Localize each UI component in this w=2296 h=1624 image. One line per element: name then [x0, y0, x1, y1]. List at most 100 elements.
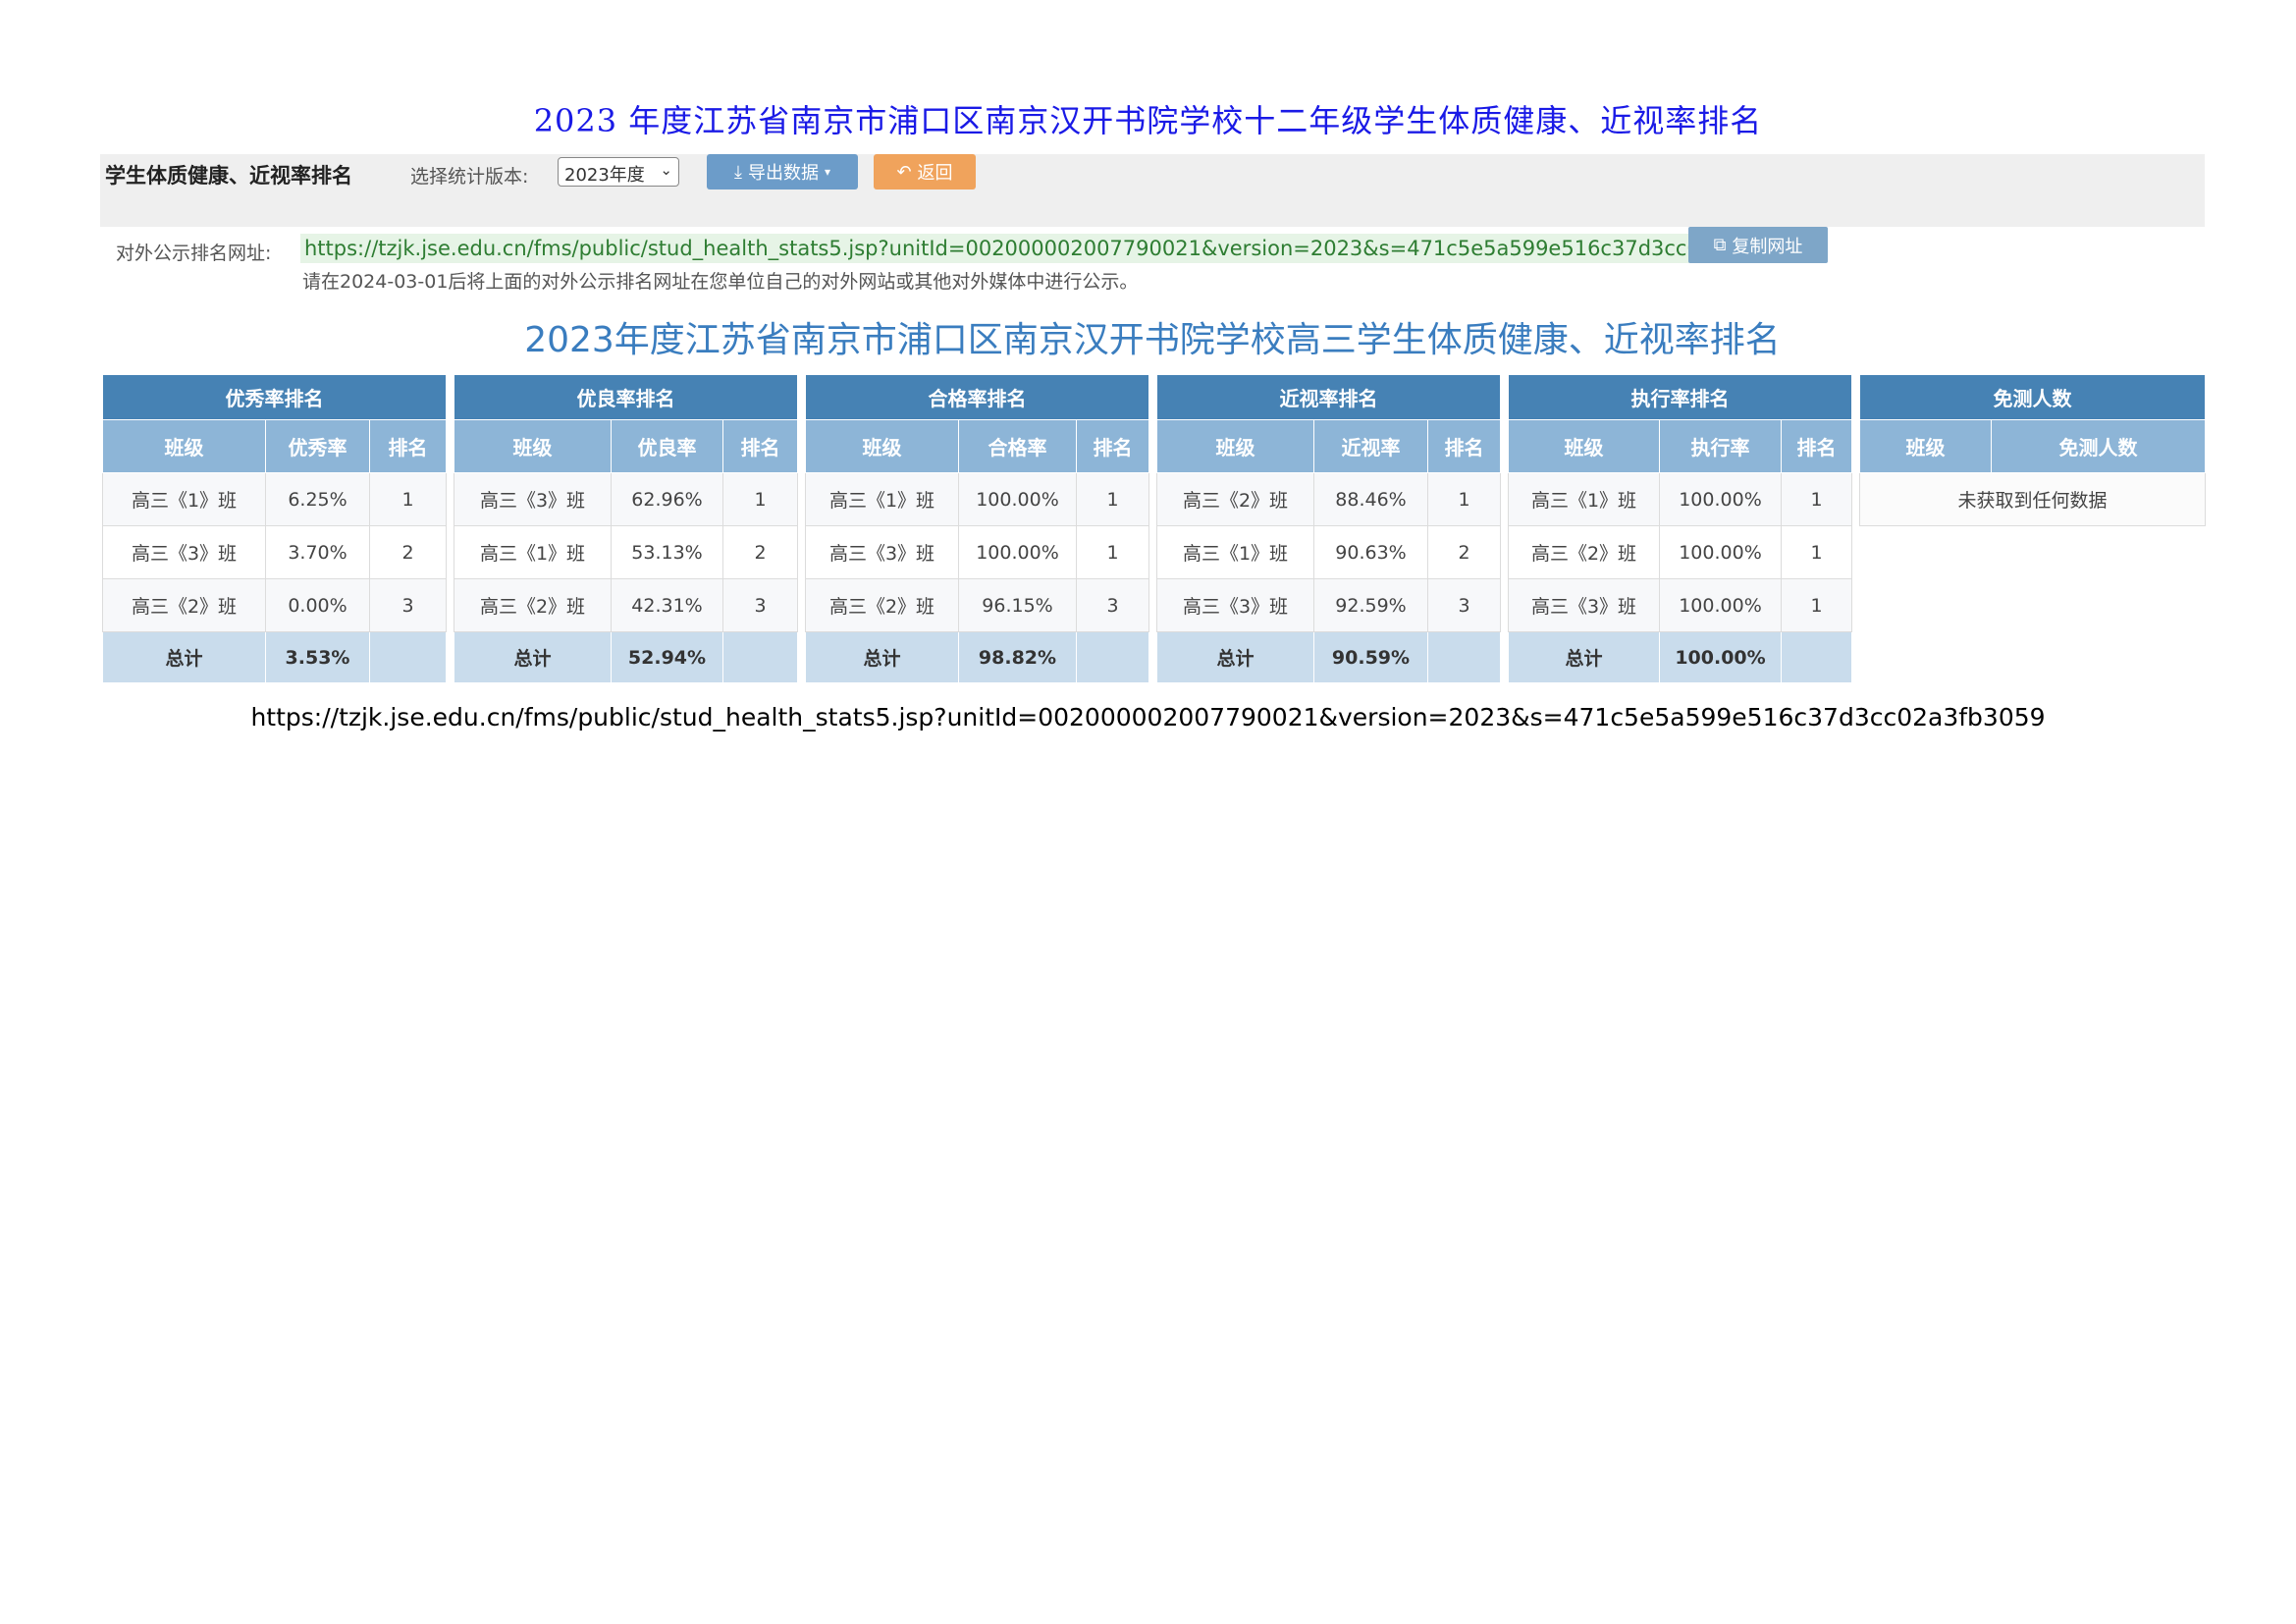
column-header: 合格率 [958, 419, 1077, 473]
rate-cell: 0.00% [265, 578, 370, 632]
class-cell: 高三《3》班 [805, 525, 959, 579]
class-cell: 高三《3》班 [1508, 578, 1660, 632]
column-header: 班级 [1508, 419, 1660, 473]
toolbar-title: 学生体质健康、近视率排名 [105, 164, 352, 188]
total-row: 总计 3.53% [102, 631, 448, 683]
total-rank [368, 631, 448, 683]
myopia-rate-table: 近视率排名 班级 近视率 排名 高三《2》班 88.46% 1 高三《1》班 9… [1155, 374, 1502, 683]
column-header: 排名 [1780, 419, 1853, 473]
back-button[interactable]: ↶ 返回 [874, 154, 976, 189]
total-row: 总计 100.00% [1508, 631, 1853, 683]
table-row: 高三《1》班 6.25% 1 [102, 472, 448, 526]
table-row: 高三《3》班 3.70% 2 [102, 525, 448, 579]
table-row: 高三《3》班 100.00% 1 [1508, 578, 1853, 632]
total-rank [1075, 631, 1150, 683]
total-rate: 52.94% [611, 631, 723, 683]
total-rate: 100.00% [1659, 631, 1782, 683]
table-row: 高三《3》班 62.96% 1 [454, 472, 799, 526]
pass-rate-table: 合格率排名 班级 合格率 排名 高三《1》班 100.00% 1 高三《3》班 … [804, 374, 1150, 683]
table-row: 高三《3》班 92.59% 3 [1156, 578, 1502, 632]
rate-cell: 6.25% [265, 472, 370, 526]
document-title: 2023 年度江苏省南京市浦口区南京汉开书院学校十二年级学生体质健康、近视率排名 [533, 102, 1763, 139]
download-icon: ⤓ [734, 161, 742, 183]
rate-cell: 62.96% [611, 472, 723, 526]
public-url-label: 对外公示排名网址: [116, 243, 272, 264]
rate-cell: 100.00% [958, 525, 1077, 579]
column-header: 班级 [454, 419, 612, 473]
rate-cell: 42.31% [611, 578, 723, 632]
column-header: 排名 [1426, 419, 1502, 473]
total-row: 总计 90.59% [1156, 631, 1502, 683]
total-label: 总计 [102, 631, 266, 683]
copy-icon: ⧉ [1713, 235, 1727, 255]
column-header: 班级 [1156, 419, 1314, 473]
public-url-link[interactable]: https://tzjk.jse.edu.cn/fms/public/stud_… [300, 234, 1816, 263]
rank-cell: 1 [1780, 525, 1853, 579]
version-select-value: 2023年度 [564, 165, 645, 186]
total-label: 总计 [805, 631, 959, 683]
class-cell: 高三《2》班 [102, 578, 266, 632]
table-row: 高三《3》班 100.00% 1 [805, 525, 1150, 579]
total-label: 总计 [1156, 631, 1314, 683]
rank-cell: 3 [721, 578, 799, 632]
export-data-button[interactable]: ⤓ 导出数据 ▾ [707, 154, 858, 189]
column-header: 排名 [368, 419, 448, 473]
column-header: 执行率 [1659, 419, 1782, 473]
table-row: 高三《2》班 88.46% 1 [1156, 472, 1502, 526]
rate-cell: 100.00% [1659, 472, 1782, 526]
rank-cell: 2 [1426, 525, 1502, 579]
copy-url-button[interactable]: ⧉ 复制网址 [1688, 227, 1828, 263]
total-rate: 3.53% [265, 631, 370, 683]
table-title: 优秀率排名 [101, 374, 448, 420]
table-row: 高三《1》班 53.13% 2 [454, 525, 799, 579]
rate-cell: 100.00% [958, 472, 1077, 526]
rank-cell: 1 [1426, 472, 1502, 526]
rank-cell: 3 [368, 578, 448, 632]
class-cell: 高三《1》班 [454, 525, 612, 579]
caret-down-icon: ▾ [824, 165, 830, 179]
rate-cell: 88.46% [1313, 472, 1428, 526]
class-cell: 高三《1》班 [805, 472, 959, 526]
column-header: 排名 [721, 419, 799, 473]
rank-cell: 1 [1780, 578, 1853, 632]
total-row: 总计 52.94% [454, 631, 799, 683]
rank-cell: 2 [368, 525, 448, 579]
export-data-label: 导出数据 [747, 163, 819, 184]
total-rank [721, 631, 799, 683]
empty-row: 未获取到任何数据 [1859, 472, 2206, 526]
table-row: 高三《1》班 100.00% 1 [1508, 472, 1853, 526]
total-rank [1426, 631, 1502, 683]
class-cell: 高三《1》班 [1508, 472, 1660, 526]
chevron-down-icon: ⌄ [660, 161, 672, 179]
table-title: 近视率排名 [1155, 374, 1502, 420]
rank-cell: 1 [1780, 472, 1853, 526]
version-select[interactable]: 2023年度 ⌄ [558, 157, 679, 187]
class-cell: 高三《1》班 [102, 472, 266, 526]
class-cell: 高三《3》班 [1156, 578, 1314, 632]
total-rate: 90.59% [1313, 631, 1428, 683]
class-cell: 高三《2》班 [805, 578, 959, 632]
rate-cell: 53.13% [611, 525, 723, 579]
class-cell: 高三《3》班 [454, 472, 612, 526]
rate-cell: 3.70% [265, 525, 370, 579]
back-label: 返回 [917, 163, 953, 184]
execution-rate-table: 执行率排名 班级 执行率 排名 高三《1》班 100.00% 1 高三《2》班 … [1507, 374, 1853, 683]
class-cell: 高三《2》班 [454, 578, 612, 632]
rank-cell: 1 [1075, 472, 1150, 526]
column-header: 班级 [805, 419, 959, 473]
column-header: 免测人数 [1991, 419, 2206, 473]
rank-cell: 3 [1426, 578, 1502, 632]
rank-cell: 1 [368, 472, 448, 526]
rate-cell: 100.00% [1659, 525, 1782, 579]
class-cell: 高三《2》班 [1508, 525, 1660, 579]
class-cell: 高三《3》班 [102, 525, 266, 579]
column-header: 班级 [102, 419, 266, 473]
total-rank [1780, 631, 1853, 683]
copy-url-label: 复制网址 [1732, 236, 1803, 257]
table-row: 高三《1》班 100.00% 1 [805, 472, 1150, 526]
version-label: 选择统计版本: [410, 166, 529, 188]
column-header: 优良率 [611, 419, 723, 473]
table-row: 高三《2》班 0.00% 3 [102, 578, 448, 632]
table-row: 高三《2》班 100.00% 1 [1508, 525, 1853, 579]
column-header: 排名 [1075, 419, 1150, 473]
